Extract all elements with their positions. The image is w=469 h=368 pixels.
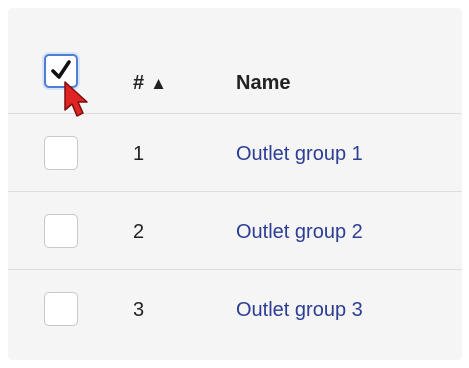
mouse-pointer-icon <box>64 81 88 117</box>
outlet-groups-table: # ▲ Name 1 Outlet group 1 2 Outlet group … <box>8 8 462 360</box>
outlet-group-link[interactable]: Outlet group 2 <box>236 221 363 244</box>
checkmark-icon <box>51 60 71 79</box>
number-column-header[interactable]: # ▲ <box>133 72 167 95</box>
number-column-label: # <box>133 72 145 94</box>
outlet-group-link[interactable]: Outlet group 3 <box>236 299 363 322</box>
row-number: 1 <box>133 143 145 165</box>
row-checkbox[interactable] <box>44 136 78 170</box>
name-column-header[interactable]: Name <box>236 72 290 95</box>
row-checkbox[interactable] <box>44 292 78 326</box>
outlet-group-link[interactable]: Outlet group 1 <box>236 143 363 166</box>
sort-ascending-icon: ▲ <box>150 74 167 93</box>
row-number: 2 <box>133 221 145 243</box>
table-row: 3 Outlet group 3 <box>8 270 462 348</box>
row-checkbox[interactable] <box>44 214 78 248</box>
table-row: 2 Outlet group 2 <box>8 192 462 270</box>
row-number: 3 <box>133 299 145 321</box>
